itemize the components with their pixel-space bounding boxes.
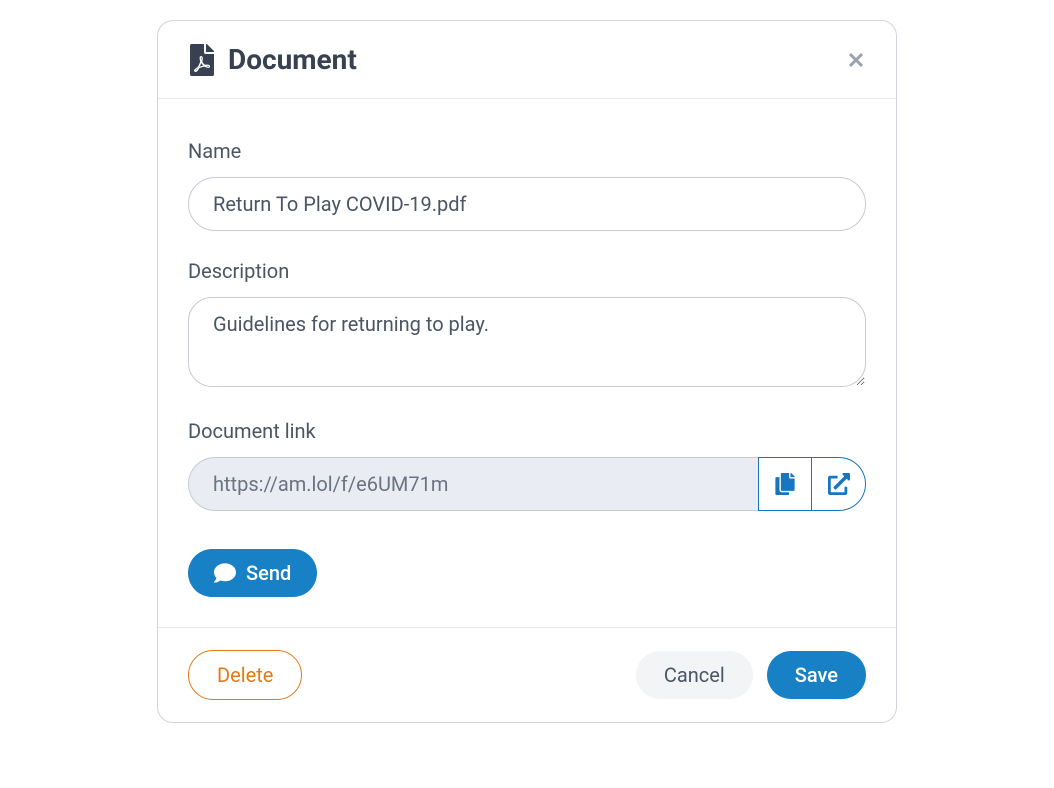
name-label: Name [188,139,866,163]
name-group: Name [188,139,866,231]
cancel-button[interactable]: Cancel [636,651,753,699]
description-label: Description [188,259,866,283]
chat-icon [214,562,236,584]
document-modal: Document Name Description Guidelines for… [157,20,897,723]
link-input-group [188,457,866,511]
pdf-file-icon [188,44,216,76]
footer-right-group: Cancel Save [636,651,866,699]
link-group: Document link [188,419,866,511]
name-input[interactable] [188,177,866,231]
modal-body: Name Description Guidelines for returnin… [158,99,896,627]
external-link-icon [828,473,850,495]
close-icon[interactable] [844,48,868,72]
modal-title: Document [228,43,357,76]
modal-footer: Delete Cancel Save [158,627,896,722]
copy-button[interactable] [758,457,812,511]
description-textarea[interactable]: Guidelines for returning to play. [188,297,866,387]
description-group: Description Guidelines for returning to … [188,259,866,391]
send-button[interactable]: Send [188,549,317,597]
link-label: Document link [188,419,866,443]
delete-button[interactable]: Delete [188,650,302,700]
save-button[interactable]: Save [767,651,866,699]
send-label: Send [246,561,291,585]
link-input[interactable] [188,457,758,511]
open-link-button[interactable] [812,457,866,511]
modal-header: Document [158,21,896,99]
modal-title-group: Document [188,43,357,76]
copy-icon [774,473,796,495]
